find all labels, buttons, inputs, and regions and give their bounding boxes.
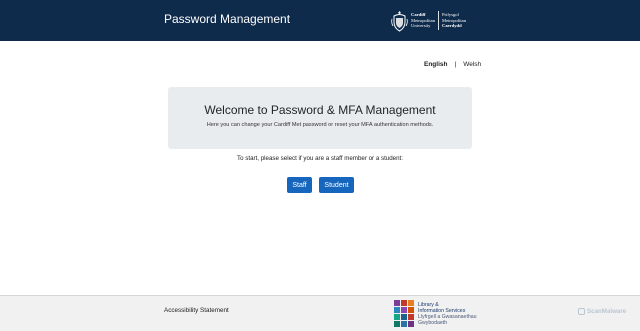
welcome-panel: Welcome to Password & MFA Management Her… — [168, 87, 472, 149]
logo-divider — [438, 11, 439, 30]
selection-prompt: To start, please select if you are a sta… — [237, 155, 403, 162]
language-welsh[interactable]: Welsh — [463, 61, 481, 68]
staff-button[interactable]: Staff — [287, 177, 312, 193]
student-button[interactable]: Student — [319, 177, 354, 193]
library-mosaic-icon — [394, 300, 414, 327]
scanmalware-icon — [578, 308, 585, 315]
role-buttons: Staff Student — [287, 177, 354, 193]
crest-icon — [391, 10, 408, 32]
library-logo-text: Library & Information Services Llyfrgell… — [418, 301, 477, 326]
welcome-heading: Welcome to Password & MFA Management — [204, 103, 436, 117]
language-switcher: English | Welsh — [424, 61, 481, 68]
site-header: Password Management Cardiff Metropolitan… — [0, 0, 640, 41]
language-english[interactable]: English — [424, 61, 447, 68]
logo-welsh: Prifysgol Metropolitan Caerdydd — [442, 12, 466, 29]
page-title: Password Management — [164, 12, 291, 26]
scanmalware-watermark: ScanMalware — [578, 308, 626, 315]
accessibility-statement-link[interactable]: Accessibility Statement — [164, 307, 229, 314]
cardiff-met-logo[interactable]: Cardiff Metropolitan University Prifysgo… — [391, 8, 466, 33]
logo-english: Cardiff Metropolitan University — [411, 12, 435, 29]
language-separator: | — [454, 61, 457, 68]
site-footer: Accessibility Statement Library & Inform… — [0, 295, 640, 331]
library-logo[interactable]: Library & Information Services Llyfrgell… — [394, 300, 477, 327]
welcome-subtitle: Here you can change your Cardiff Met pas… — [206, 122, 434, 128]
